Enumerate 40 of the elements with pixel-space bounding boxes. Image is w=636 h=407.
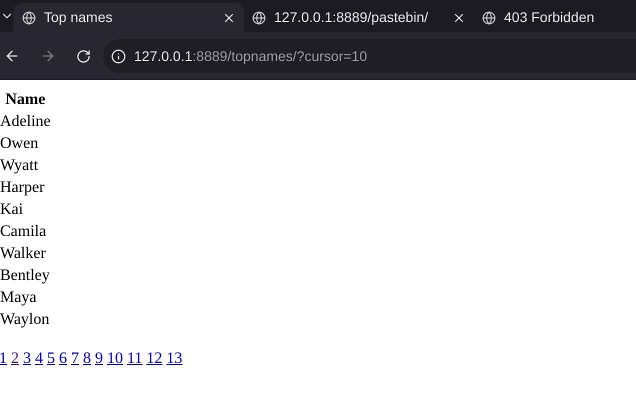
page-link[interactable]: 13	[166, 347, 182, 371]
table-cell-text: Camila	[0, 222, 48, 242]
globe-icon	[482, 10, 496, 24]
page-link[interactable]: 9	[95, 347, 103, 371]
table-cell-text: Adeline	[0, 112, 51, 132]
page-link[interactable]: 3	[23, 347, 31, 371]
table-cell-text: Waylon	[0, 310, 50, 330]
browser-tab[interactable]: Top names	[14, 3, 244, 32]
tab-title: 403 Forbidden	[504, 8, 596, 27]
page-link[interactable]: 11	[127, 347, 142, 371]
column-header: Name	[4, 90, 46, 110]
url-path: :8889/topnames/?cursor=10	[192, 48, 368, 64]
page-link[interactable]: 4	[35, 347, 43, 371]
globe-icon	[22, 10, 36, 24]
page-link[interactable]: 2	[11, 347, 19, 371]
browser-tab[interactable]: 403 Forbidden	[474, 3, 636, 32]
page-link[interactable]: 7	[71, 347, 79, 371]
info-icon[interactable]	[111, 48, 126, 64]
table-cell-text: Wyatt	[0, 156, 40, 176]
page-link[interactable]: 5	[47, 347, 55, 371]
page-link[interactable]: 8	[83, 347, 91, 371]
table-cell-text: Bentley	[0, 266, 51, 286]
globe-icon	[252, 10, 266, 24]
tab-title: Top names	[44, 8, 114, 27]
page-link[interactable]: 10	[107, 347, 123, 371]
forward-icon[interactable]	[40, 48, 56, 64]
table-cell-text: Kai	[0, 200, 24, 220]
page-link[interactable]: 1	[0, 347, 7, 371]
table-cell-text: Walker	[0, 244, 47, 264]
table-cell-text: Harper	[0, 178, 46, 198]
tab-title: 127.0.0.1:8889/pastebin/	[274, 8, 430, 27]
address-bar[interactable]: 127.0.0.1:8889/topnames/?cursor=10	[103, 39, 636, 73]
reload-icon[interactable]	[76, 48, 91, 64]
table-cell-text: Maya	[0, 288, 38, 308]
browser-tab[interactable]: 127.0.0.1:8889/pastebin/	[244, 3, 474, 32]
back-icon[interactable]	[4, 48, 20, 64]
table-cell-text: Owen	[0, 134, 40, 154]
page-link[interactable]: 12	[146, 347, 162, 371]
page-link[interactable]: 6	[59, 347, 67, 371]
url-host: 127.0.0.1	[134, 48, 192, 64]
